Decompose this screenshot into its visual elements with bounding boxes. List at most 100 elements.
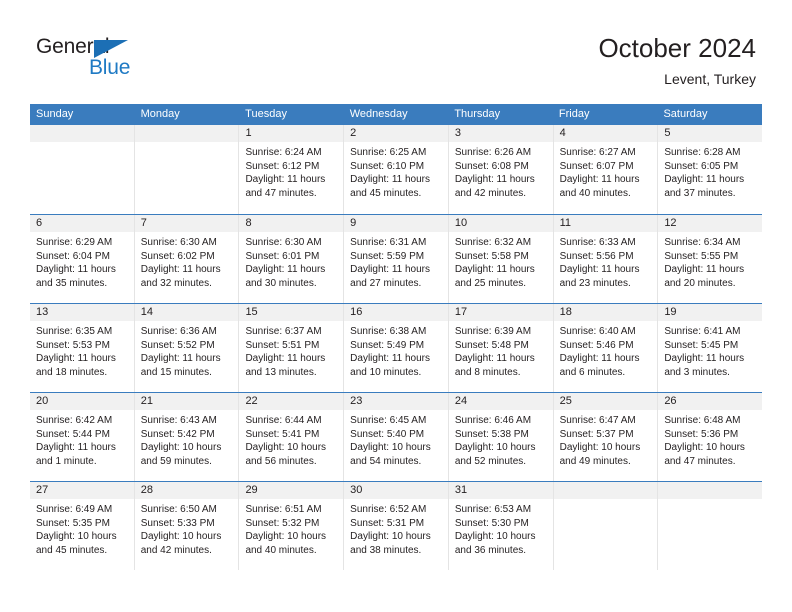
- day-number: 17: [448, 304, 553, 321]
- sunrise-text: Sunrise: 6:52 AM: [350, 504, 427, 515]
- day-sun-info: Sunrise: 6:39 AM Sunset: 5:48 PM Daylight:…: [449, 321, 553, 379]
- general-blue-logo[interactable]: General Blue: [36, 36, 146, 84]
- daylight-text-line1: Daylight: 11 hours: [36, 264, 116, 275]
- sunrise-text: Sunrise: 6:33 AM: [559, 237, 636, 248]
- daylight-text-line1: Daylight: 11 hours: [559, 174, 640, 185]
- sunset-text: Sunset: 6:10 PM: [350, 160, 425, 172]
- day-cell[interactable]: 7 Sunrise: 6:30 AM Sunset: 6:02 PM Daylight…: [133, 215, 239, 303]
- day-cell[interactable]: 6 Sunrise: 6:29 AM Sunset: 6:04 PM Daylight…: [30, 215, 134, 303]
- day-cell[interactable]: 24 Sunrise: 6:46 AM Sunset: 5:38 PM Dayligh…: [447, 393, 553, 481]
- day-cell[interactable]: 9 Sunrise: 6:31 AM Sunset: 5:59 PM Daylight…: [343, 215, 448, 303]
- sunset-text: Sunset: 5:42 PM: [140, 428, 215, 440]
- daylight-text-line1: Daylight: 11 hours: [454, 264, 535, 275]
- sunrise-text: Sunrise: 6:36 AM: [140, 326, 217, 337]
- day-sun-info: Sunrise: 6:44 AM Sunset: 5:41 PM Daylight:…: [239, 410, 343, 468]
- daylight-text-line1: Daylight: 11 hours: [36, 442, 116, 453]
- day-number: 25: [553, 393, 658, 410]
- day-cell[interactable]: 19 Sunrise: 6:41 AM Sunset: 5:45 PM Dayligh…: [657, 304, 763, 392]
- sunrise-text: Sunrise: 6:53 AM: [454, 504, 532, 515]
- day-number: 6: [30, 215, 134, 232]
- day-cell[interactable]: 31 Sunrise: 6:53 AM Sunset: 5:30 PM Dayligh…: [447, 482, 553, 570]
- sunset-text: Sunset: 6:12 PM: [245, 160, 320, 172]
- daylight-text-line1: Daylight: 11 hours: [559, 353, 640, 364]
- day-cell[interactable]: 4 Sunrise: 6:27 AM Sunset: 6:07 PM Daylight…: [552, 125, 658, 214]
- day-cell[interactable]: 16 Sunrise: 6:38 AM Sunset: 5:49 PM Dayligh…: [343, 304, 448, 392]
- day-cell[interactable]: 11 Sunrise: 6:33 AM Sunset: 5:56 PM Dayligh…: [552, 215, 658, 303]
- day-number: 11: [553, 215, 658, 232]
- daylight-text-line2: and 56 minutes.: [245, 455, 317, 467]
- day-cell[interactable]: 14 Sunrise: 6:36 AM Sunset: 5:52 PM Dayligh…: [133, 304, 239, 392]
- daylight-text-line1: Daylight: 11 hours: [454, 353, 535, 364]
- daylight-text-line2: and 36 minutes.: [454, 544, 527, 556]
- day-cell[interactable]: 5 Sunrise: 6:28 AM Sunset: 6:05 PM Daylight…: [657, 125, 763, 214]
- day-cell[interactable]: 20 Sunrise: 6:42 AM Sunset: 5:44 PM Dayligh…: [30, 393, 134, 481]
- daylight-text-line2: and 54 minutes.: [350, 455, 422, 467]
- day-cell[interactable]: 1 Sunrise: 6:24 AM Sunset: 6:12 PM Daylight…: [238, 125, 344, 214]
- daylight-text-line2: and 35 minutes.: [36, 277, 108, 289]
- daylight-text-line1: Daylight: 11 hours: [350, 353, 431, 364]
- daylight-text-line2: and 23 minutes.: [559, 277, 631, 289]
- daylight-text-line2: and 8 minutes.: [454, 366, 521, 378]
- sunrise-text: Sunrise: 6:30 AM: [140, 237, 217, 248]
- sunset-text: Sunset: 6:02 PM: [140, 250, 215, 262]
- weekday-header-thursday: Thursday: [454, 108, 501, 120]
- daylight-text-line2: and 6 minutes.: [559, 366, 626, 378]
- day-cell[interactable]: 10 Sunrise: 6:32 AM Sunset: 5:58 PM Dayligh…: [447, 215, 553, 303]
- day-cell[interactable]: 25 Sunrise: 6:47 AM Sunset: 5:37 PM Dayligh…: [552, 393, 658, 481]
- day-sun-info: Sunrise: 6:35 AM Sunset: 5:53 PM Daylight:…: [30, 321, 134, 379]
- day-number: 9: [344, 215, 448, 232]
- sunrise-text: Sunrise: 6:41 AM: [664, 326, 741, 337]
- day-cell[interactable]: 3 Sunrise: 6:26 AM Sunset: 6:08 PM Daylight…: [447, 125, 553, 214]
- sunset-text: Sunset: 5:41 PM: [245, 428, 320, 440]
- day-sun-info: Sunrise: 6:30 AM Sunset: 6:01 PM Daylight:…: [239, 232, 343, 290]
- day-cell[interactable]: 15 Sunrise: 6:37 AM Sunset: 5:51 PM Dayligh…: [238, 304, 344, 392]
- daylight-text-line1: Daylight: 10 hours: [245, 442, 327, 453]
- day-cell[interactable]: 17 Sunrise: 6:39 AM Sunset: 5:48 PM Dayligh…: [447, 304, 553, 392]
- day-number: [30, 125, 134, 142]
- daylight-text-line2: and 37 minutes.: [664, 187, 736, 199]
- day-cell[interactable]: 13 Sunrise: 6:35 AM Sunset: 5:53 PM Dayligh…: [30, 304, 134, 392]
- day-number: 21: [134, 393, 239, 410]
- day-cell[interactable]: 22 Sunrise: 6:44 AM Sunset: 5:41 PM Dayligh…: [238, 393, 344, 481]
- day-cell[interactable]: 8 Sunrise: 6:30 AM Sunset: 6:01 PM Daylight…: [238, 215, 344, 303]
- day-cell[interactable]: 21 Sunrise: 6:43 AM Sunset: 5:42 PM Dayligh…: [133, 393, 239, 481]
- weekday-header-friday: Friday: [558, 108, 590, 120]
- daylight-text-line1: Daylight: 10 hours: [350, 531, 431, 542]
- daylight-text-line2: and 20 minutes.: [664, 277, 736, 289]
- day-cell[interactable]: 23 Sunrise: 6:45 AM Sunset: 5:40 PM Dayligh…: [343, 393, 448, 481]
- day-cell[interactable]: 18 Sunrise: 6:40 AM Sunset: 5:46 PM Dayligh…: [552, 304, 658, 392]
- day-sun-info: Sunrise: 6:48 AM Sunset: 5:36 PM Daylight:…: [658, 410, 762, 468]
- day-cell[interactable]: 26 Sunrise: 6:48 AM Sunset: 5:36 PM Dayligh…: [657, 393, 763, 481]
- page-header: General Blue October 2024 Levent, Turkey: [0, 0, 792, 104]
- daylight-text-line2: and 47 minutes.: [245, 187, 317, 199]
- day-number: 20: [30, 393, 134, 410]
- daylight-text-line1: Daylight: 10 hours: [140, 442, 222, 453]
- day-cell[interactable]: 12 Sunrise: 6:34 AM Sunset: 5:55 PM Dayligh…: [657, 215, 763, 303]
- day-cell[interactable]: 29 Sunrise: 6:51 AM Sunset: 5:32 PM Dayligh…: [238, 482, 344, 570]
- day-cell[interactable]: 27 Sunrise: 6:49 AM Sunset: 5:35 PM Dayligh…: [30, 482, 134, 570]
- day-number: 31: [448, 482, 553, 499]
- day-cell[interactable]: 30 Sunrise: 6:52 AM Sunset: 5:31 PM Dayligh…: [343, 482, 448, 570]
- sunrise-text: Sunrise: 6:48 AM: [664, 415, 741, 426]
- daylight-text-line2: and 18 minutes.: [36, 366, 108, 378]
- sunrise-text: Sunrise: 6:50 AM: [140, 504, 217, 515]
- sunrise-text: Sunrise: 6:30 AM: [245, 237, 322, 248]
- sunrise-text: Sunrise: 6:25 AM: [350, 147, 427, 158]
- logo-text-blue: Blue: [89, 56, 131, 79]
- day-sun-info: Sunrise: 6:51 AM Sunset: 5:32 PM Daylight:…: [239, 499, 343, 557]
- day-number: 28: [134, 482, 239, 499]
- daylight-text-line2: and 40 minutes.: [559, 187, 631, 199]
- sunset-text: Sunset: 5:48 PM: [454, 339, 529, 351]
- day-sun-info: Sunrise: 6:29 AM Sunset: 6:04 PM Daylight:…: [30, 232, 134, 290]
- sunrise-text: Sunrise: 6:27 AM: [559, 147, 636, 158]
- day-cell[interactable]: 2 Sunrise: 6:25 AM Sunset: 6:10 PM Daylight…: [343, 125, 448, 214]
- daylight-text-line1: Daylight: 10 hours: [454, 531, 536, 542]
- daylight-text-line2: and 42 minutes.: [454, 187, 527, 199]
- daylight-text-line2: and 42 minutes.: [140, 544, 212, 556]
- page-title: October 2024: [598, 33, 756, 63]
- day-cell[interactable]: 28 Sunrise: 6:50 AM Sunset: 5:33 PM Dayligh…: [133, 482, 239, 570]
- day-sun-info: Sunrise: 6:52 AM Sunset: 5:31 PM Daylight:…: [344, 499, 448, 557]
- sunrise-text: Sunrise: 6:43 AM: [140, 415, 217, 426]
- sunset-text: Sunset: 5:53 PM: [36, 339, 110, 351]
- sunrise-text: Sunrise: 6:39 AM: [454, 326, 532, 337]
